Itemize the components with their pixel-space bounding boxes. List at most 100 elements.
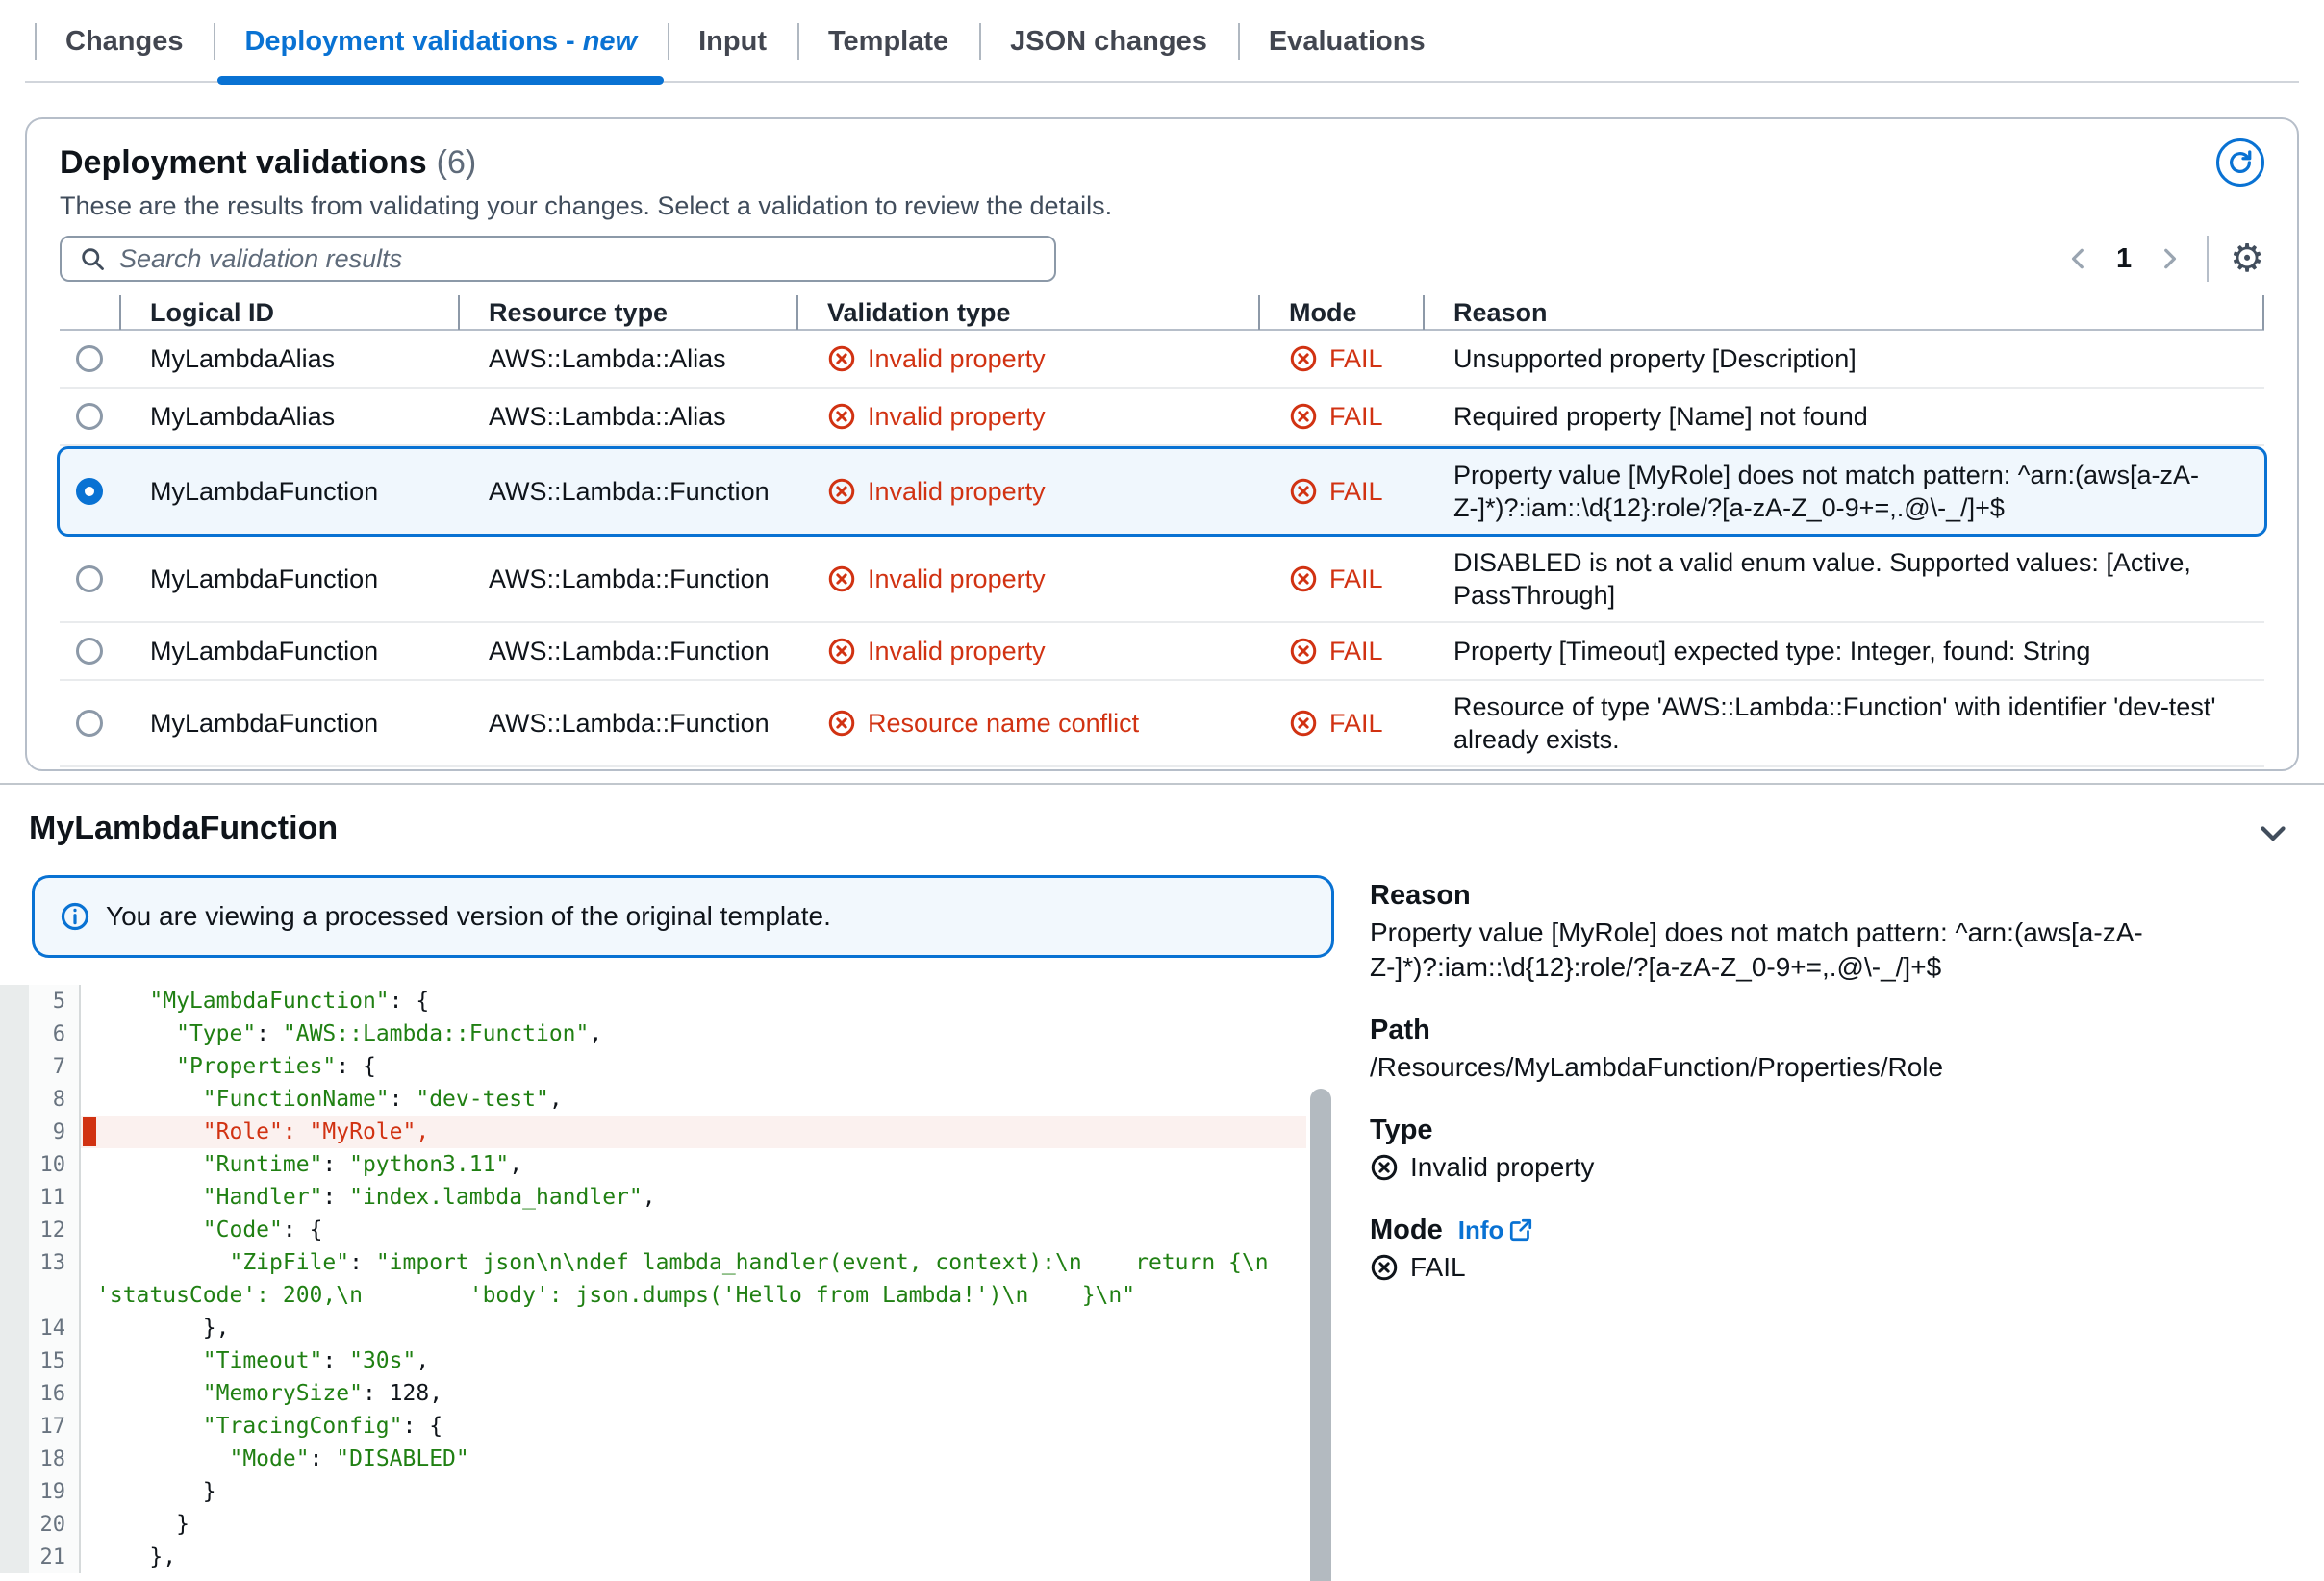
validation-type-text: Resource name conflict bbox=[868, 709, 1139, 739]
row-radio[interactable] bbox=[76, 638, 103, 665]
code-line-content: "Runtime": "python3.11", bbox=[81, 1148, 1306, 1181]
column-header-logical-id: Logical ID bbox=[119, 295, 458, 330]
cell-resource-type: AWS::Lambda::Function bbox=[458, 565, 796, 594]
error-icon bbox=[1289, 565, 1318, 593]
cell-mode: FAIL bbox=[1258, 344, 1423, 374]
code-line-content: "MemorySize": 128, bbox=[81, 1377, 1306, 1410]
pagination-page-number[interactable]: 1 bbox=[2116, 243, 2132, 275]
code-line: 19 } bbox=[0, 1475, 1306, 1508]
row-radio[interactable] bbox=[76, 565, 103, 592]
code-line: 6 "Type": "AWS::Lambda::Function", bbox=[0, 1017, 1306, 1050]
search-input[interactable] bbox=[119, 244, 1037, 274]
cell-validation-type: Invalid property bbox=[796, 477, 1258, 507]
mode-group: Mode Info FAIL bbox=[1370, 1212, 2295, 1285]
tab-input[interactable]: Input bbox=[668, 0, 797, 83]
tab-template[interactable]: Template bbox=[797, 0, 979, 83]
tab-label: Changes bbox=[65, 26, 183, 58]
collapse-details-button[interactable] bbox=[2254, 814, 2292, 852]
error-icon bbox=[1370, 1253, 1399, 1282]
line-number: 13 bbox=[0, 1246, 81, 1279]
cell-mode: FAIL bbox=[1258, 565, 1423, 594]
line-number: 19 bbox=[0, 1475, 81, 1508]
cell-mode: FAIL bbox=[1258, 402, 1423, 432]
code-line-content: "MyLambdaFunction": { bbox=[81, 985, 1306, 1017]
error-icon bbox=[1370, 1153, 1399, 1182]
row-radio-cell bbox=[60, 710, 119, 737]
column-header-mode: Mode bbox=[1258, 295, 1423, 330]
mode-text: FAIL bbox=[1329, 565, 1383, 594]
line-number: 15 bbox=[0, 1344, 81, 1377]
table-row[interactable]: MyLambdaAliasAWS::Lambda::AliasInvalid p… bbox=[60, 389, 2264, 446]
settings-button[interactable]: ⚙ bbox=[2230, 239, 2264, 278]
row-radio[interactable] bbox=[76, 478, 103, 505]
info-link-text: Info bbox=[1458, 1212, 1504, 1248]
row-radio[interactable] bbox=[76, 403, 103, 430]
mode-badge-text: FAIL bbox=[1410, 1250, 1466, 1285]
tab-evaluations[interactable]: Evaluations bbox=[1238, 0, 1456, 83]
table-row[interactable]: MyLambdaFunctionAWS::Lambda::FunctionInv… bbox=[57, 446, 2267, 537]
table-header-row: Logical ID Resource type Validation type… bbox=[60, 296, 2264, 331]
line-number: 11 bbox=[0, 1181, 81, 1214]
type-group: Type Invalid property bbox=[1370, 1112, 2295, 1185]
code-line: 17 "TracingConfig": { bbox=[0, 1410, 1306, 1443]
validations-table: Logical ID Resource type Validation type… bbox=[60, 296, 2264, 767]
tab-label: Template bbox=[828, 26, 948, 58]
tab-deployment-validations[interactable]: Deployment validations - new bbox=[214, 0, 668, 83]
line-number: 16 bbox=[0, 1377, 81, 1410]
error-icon bbox=[1289, 402, 1318, 431]
mode-text: FAIL bbox=[1329, 637, 1383, 666]
tab-bar: Changes Deployment validations - new Input T… bbox=[0, 0, 2324, 83]
code-line: 13 "ZipFile": "import json\n\ndef lambda… bbox=[0, 1246, 1306, 1279]
panel-description: These are the results from validating yo… bbox=[60, 191, 2264, 221]
row-radio[interactable] bbox=[76, 345, 103, 372]
error-icon bbox=[827, 637, 856, 665]
cell-reason: DISABLED is not a valid enum value. Supp… bbox=[1423, 537, 2264, 621]
row-radio[interactable] bbox=[76, 710, 103, 737]
mode-text: FAIL bbox=[1329, 402, 1383, 432]
line-number: 12 bbox=[0, 1214, 81, 1246]
table-row[interactable]: MyLambdaAliasAWS::Lambda::AliasInvalid p… bbox=[60, 331, 2264, 389]
cell-validation-type: Resource name conflict bbox=[796, 709, 1258, 739]
info-icon bbox=[60, 901, 90, 932]
cell-logical-id: MyLambdaFunction bbox=[119, 565, 458, 594]
table-row[interactable]: MyLambdaFunctionAWS::Lambda::FunctionInv… bbox=[60, 623, 2264, 681]
pagination-next-button[interactable] bbox=[2153, 242, 2185, 275]
table-row[interactable]: MyLambdaFunctionAWS::Lambda::FunctionInv… bbox=[60, 537, 2264, 623]
tab-label: Deployment validations - bbox=[244, 26, 574, 58]
alert-text: You are viewing a processed version of t… bbox=[106, 901, 831, 932]
code-line-content: "TracingConfig": { bbox=[81, 1410, 1306, 1443]
line-number: 18 bbox=[0, 1443, 81, 1475]
line-number: 9 bbox=[0, 1116, 81, 1148]
cell-mode: FAIL bbox=[1258, 637, 1423, 666]
type-label: Type bbox=[1370, 1112, 2295, 1148]
code-editor-scrollbar[interactable] bbox=[1310, 1089, 1331, 1581]
cell-resource-type: AWS::Lambda::Function bbox=[458, 637, 796, 666]
cell-logical-id: MyLambdaFunction bbox=[119, 477, 458, 507]
error-icon bbox=[827, 344, 856, 373]
code-line-content: "Role": "MyRole", bbox=[81, 1116, 1306, 1148]
error-icon bbox=[827, 477, 856, 506]
tab-json-changes[interactable]: JSON changes bbox=[979, 0, 1238, 83]
cell-validation-type: Invalid property bbox=[796, 565, 1258, 594]
code-line: 16 "MemorySize": 128, bbox=[0, 1377, 1306, 1410]
mode-text: FAIL bbox=[1329, 477, 1383, 507]
tab-label-suffix: new bbox=[583, 26, 637, 58]
cell-mode: FAIL bbox=[1258, 709, 1423, 739]
code-line: 14 }, bbox=[0, 1312, 1306, 1344]
line-number: 5 bbox=[0, 985, 81, 1017]
code-line: 21 }, bbox=[0, 1541, 1306, 1573]
cell-reason: Required property [Name] not found bbox=[1423, 390, 2264, 442]
validation-type-text: Invalid property bbox=[868, 344, 1046, 374]
refresh-button[interactable] bbox=[2216, 138, 2264, 187]
mode-info-link[interactable]: Info bbox=[1458, 1212, 1533, 1248]
external-link-icon bbox=[1509, 1218, 1532, 1242]
code-line: 15 "Timeout": "30s", bbox=[0, 1344, 1306, 1377]
code-line-content: 'statusCode': 200,\n 'body': json.dumps(… bbox=[81, 1279, 1306, 1312]
validation-type-text: Invalid property bbox=[868, 637, 1046, 666]
column-header-resource-type: Resource type bbox=[458, 295, 796, 330]
table-row[interactable]: MyLambdaFunctionAWS::Lambda::FunctionRes… bbox=[60, 681, 2264, 767]
tab-changes[interactable]: Changes bbox=[35, 0, 214, 83]
pagination-prev-button[interactable] bbox=[2062, 242, 2095, 275]
code-editor[interactable]: 5 "MyLambdaFunction": {6 "Type": "AWS::L… bbox=[0, 985, 1306, 1581]
validation-properties: Reason Property value [MyRole] does not … bbox=[1370, 877, 2295, 1312]
